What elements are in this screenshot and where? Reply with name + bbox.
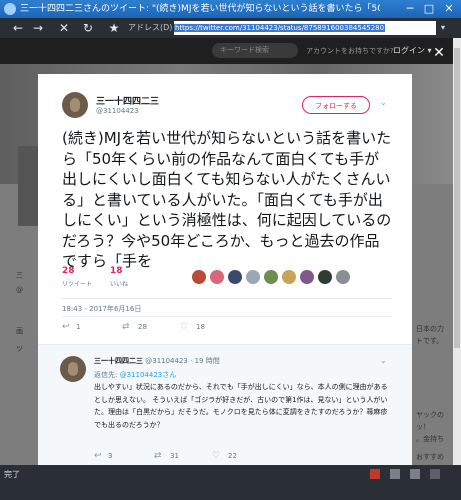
bg-side-text: ツ	[16, 345, 23, 353]
status-bar: 完了	[0, 465, 461, 500]
scrollbar[interactable]	[453, 38, 461, 465]
tweet-timestamp: 18:43 - 2017年6月16日	[62, 305, 142, 313]
display-name[interactable]: 三一十四四二三	[94, 357, 143, 365]
tweet-text: (続き)MJを若い世代が知らないという話を書いたら「50年くらい前の作品なんて面…	[62, 129, 392, 270]
retweet-icon[interactable]: ⇄	[154, 449, 162, 463]
forward-arrow-icon[interactable]: →	[30, 20, 46, 36]
search-input[interactable]: キーワード検索	[212, 43, 298, 58]
reply-to-handle[interactable]: @31104423さん	[120, 371, 177, 379]
reply-actions: ↩ 3 ⇄ 31 ♡ 22	[94, 449, 384, 463]
bg-side-text: 。金持ち	[416, 435, 444, 443]
minimize-button[interactable]: ─	[402, 1, 418, 17]
address-url: https://twitter.com/31104423/status/8758…	[174, 24, 386, 32]
retweet-icon[interactable]: ⇄	[122, 320, 130, 334]
avatar[interactable]	[318, 270, 332, 284]
settings-icon[interactable]	[390, 469, 400, 479]
reply-text: 出しやすい」状況にあるのだから、それでも「手が出しにくい」なら、本人の側に理由が…	[94, 383, 388, 429]
address-label: アドレス(D)	[128, 23, 173, 32]
retweet-label[interactable]: リツイート	[62, 279, 92, 288]
reply-count: 3	[108, 452, 113, 460]
reply-to-label: 返信先:	[94, 371, 118, 379]
zoom-icon[interactable]	[410, 469, 420, 479]
like-count[interactable]: 18	[110, 266, 123, 276]
avatar[interactable]	[210, 270, 224, 284]
avatar[interactable]	[264, 270, 278, 284]
status-text: 完了	[4, 470, 20, 479]
tweet-stats: 28 リツイート 18 いいね	[62, 266, 392, 296]
security-icon	[370, 469, 380, 479]
user-handle[interactable]: @31104423	[145, 357, 188, 365]
bg-side-text: ヤックの	[416, 411, 444, 419]
bg-side-text: おすすめ	[416, 453, 444, 461]
like-action-count: 18	[196, 323, 205, 331]
reply-icon[interactable]: ↩	[62, 320, 70, 334]
avatar[interactable]	[228, 270, 242, 284]
avatar[interactable]	[192, 270, 206, 284]
refresh-icon[interactable]: ↻	[80, 20, 96, 36]
heart-icon[interactable]: ♡	[180, 320, 188, 334]
scrollbar-thumb[interactable]	[454, 48, 460, 348]
favorite-star-icon[interactable]: ★	[106, 20, 122, 36]
retweet-count[interactable]: 28	[62, 266, 75, 276]
tweet-actions: ↩ 1 ⇄ 28 ♡ 18	[62, 320, 392, 334]
retweet-action-count: 28	[138, 323, 147, 331]
has-account-text: アカウントをお持ちですか?	[306, 47, 394, 55]
browser-toolbar: ← → ✕ ↻ ★ アドレス(D) https://twitter.com/31…	[0, 18, 461, 38]
address-dropdown-icon[interactable]: ▾	[437, 21, 449, 35]
resize-grip-icon[interactable]	[430, 469, 440, 479]
follow-button[interactable]: フォローする	[302, 96, 370, 114]
divider	[62, 316, 392, 317]
avatar[interactable]	[300, 270, 314, 284]
close-window-button[interactable]: ✕	[441, 1, 457, 17]
bg-side-text: ッ！	[416, 423, 430, 431]
like-action-count: 22	[228, 452, 237, 460]
heart-icon[interactable]: ♡	[212, 449, 220, 463]
background-nav: キーワード検索 アカウントをお持ちですか? ログイン ▾	[0, 38, 453, 64]
chevron-down-icon[interactable]: ⌄	[380, 98, 387, 107]
divider	[38, 344, 412, 345]
bg-side-text: 三	[16, 271, 23, 279]
display-name[interactable]: 三一十四四二三	[96, 94, 159, 107]
avatar[interactable]	[282, 270, 296, 284]
bg-side-text: 画	[16, 327, 23, 335]
window-title-bar: 三一十四四二三さんのツイート: "(続き)MJを若い世代が知らないという話を書い…	[0, 0, 461, 18]
back-arrow-icon[interactable]: ←	[10, 20, 26, 36]
avatar[interactable]	[336, 270, 350, 284]
close-modal-icon[interactable]: ✕	[432, 46, 446, 60]
reply-time[interactable]: 19 時間	[195, 357, 220, 365]
reply-icon[interactable]: ↩	[94, 449, 102, 463]
bg-side-text: 日本の力	[416, 325, 444, 333]
login-link[interactable]: ログイン ▾	[393, 38, 432, 64]
like-label[interactable]: いいね	[110, 279, 128, 288]
avatar[interactable]	[62, 92, 88, 118]
separator: ·	[190, 357, 193, 365]
reply-count: 1	[76, 323, 81, 331]
divider	[62, 298, 392, 299]
tweet-modal: 三一十四四二三 @31104423 フォローする ⌄ (続き)MJを若い世代が知…	[38, 74, 412, 468]
stop-icon[interactable]: ✕	[56, 20, 72, 36]
reply-header: 三一十四四二三 @31104423 · 19 時間	[94, 356, 220, 366]
avatar[interactable]	[60, 356, 86, 382]
user-handle[interactable]: @31104423	[96, 107, 139, 115]
window-title: 三一十四四二三さんのツイート: "(続き)MJを若い世代が知らないという話を書い…	[20, 4, 380, 14]
avatar[interactable]	[246, 270, 260, 284]
reply-to: 返信先: @31104423さん	[94, 370, 176, 380]
maximize-button[interactable]: □	[421, 1, 437, 17]
app-icon	[4, 3, 16, 15]
bg-side-text: @	[16, 286, 23, 294]
retweet-action-count: 31	[170, 452, 179, 460]
address-bar[interactable]: https://twitter.com/31104423/status/8758…	[174, 21, 436, 35]
chevron-down-icon[interactable]: ⌄	[380, 356, 387, 365]
bg-side-text: トです。	[416, 337, 444, 345]
